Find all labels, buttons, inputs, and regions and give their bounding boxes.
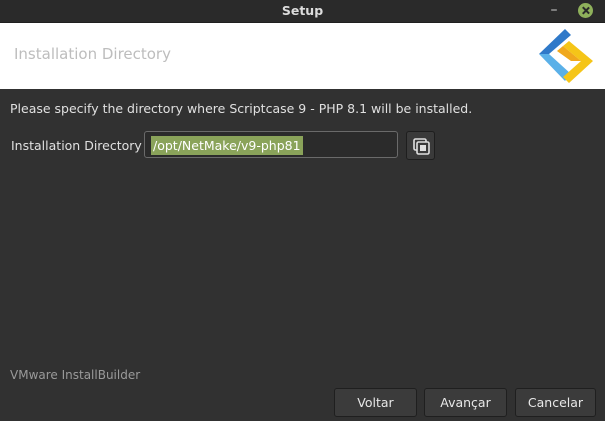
next-button[interactable]: Avançar	[424, 388, 507, 417]
title-bar[interactable]: Setup –	[0, 0, 605, 23]
cancel-button[interactable]: Cancelar	[515, 388, 596, 417]
page-title: Installation Directory	[14, 45, 171, 63]
setup-window: Setup – Installation Directory Please sp…	[0, 0, 605, 421]
close-icon[interactable]	[578, 3, 593, 18]
back-button[interactable]: Voltar	[334, 388, 417, 417]
instruction-text: Please specify the directory where Scrip…	[10, 101, 473, 116]
directory-label: Installation Directory	[11, 138, 142, 153]
minimize-icon[interactable]: –	[546, 3, 562, 19]
directory-value: /opt/NetMake/v9-php81	[151, 136, 303, 155]
window-title: Setup	[281, 3, 324, 18]
browse-button[interactable]	[406, 131, 435, 160]
scriptcase-logo-icon	[539, 29, 593, 83]
folder-browse-icon	[413, 138, 430, 155]
directory-input[interactable]: /opt/NetMake/v9-php81	[144, 131, 398, 158]
header-banner: Installation Directory	[0, 23, 605, 89]
installer-brand: VMware InstallBuilder	[10, 368, 141, 382]
